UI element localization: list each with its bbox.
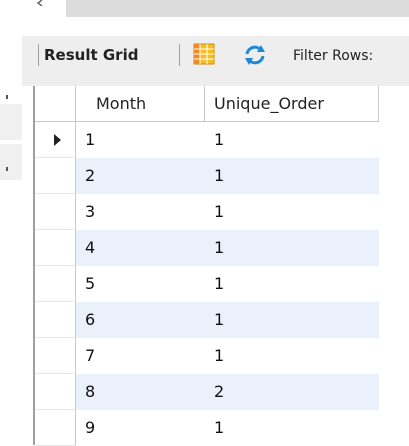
scroll-left-icon[interactable]: [36, 0, 44, 6]
cell-unique-order[interactable]: 1: [205, 338, 379, 374]
cell-unique-order[interactable]: 1: [205, 122, 379, 158]
table-row[interactable]: 51: [35, 266, 409, 302]
row-indicator-cell[interactable]: [35, 302, 76, 338]
table-row[interactable]: 41: [35, 230, 409, 266]
grid-header-row: Month Unique_Order: [35, 86, 409, 122]
cell-month[interactable]: 4: [76, 230, 205, 266]
row-indicator-cell[interactable]: [35, 410, 76, 446]
toolbar-separator: [38, 44, 39, 66]
left-panel-marker: [6, 167, 8, 171]
result-grid-tab[interactable]: Result Grid: [44, 46, 138, 64]
refresh-icon[interactable]: [243, 44, 267, 66]
left-panel-marker: [6, 95, 8, 99]
cell-unique-order[interactable]: 1: [205, 230, 379, 266]
cell-unique-order[interactable]: 2: [205, 374, 379, 410]
row-indicator-cell[interactable]: [35, 230, 76, 266]
column-header-unique-order[interactable]: Unique_Order: [205, 86, 379, 122]
row-indicator-cell[interactable]: [35, 338, 76, 374]
cell-month[interactable]: 7: [76, 338, 205, 374]
grid-toggle-icon[interactable]: [193, 43, 215, 65]
table-row[interactable]: 31: [35, 194, 409, 230]
cell-unique-order[interactable]: 1: [205, 266, 379, 302]
table-row[interactable]: 21: [35, 158, 409, 194]
filter-rows-label: Filter Rows:: [293, 48, 374, 64]
header-indicator-cell: [35, 86, 76, 122]
cell-month[interactable]: 9: [76, 410, 205, 446]
row-indicator-cell[interactable]: [35, 266, 76, 302]
cell-unique-order[interactable]: 1: [205, 302, 379, 338]
cell-unique-order[interactable]: 1: [205, 158, 379, 194]
left-panel-item[interactable]: [0, 104, 22, 140]
left-panel: [0, 28, 22, 445]
row-indicator-cell[interactable]: [35, 158, 76, 194]
cell-unique-order[interactable]: 1: [205, 410, 379, 446]
table-row[interactable]: 61: [35, 302, 409, 338]
table-row[interactable]: 91: [35, 410, 409, 446]
row-indicator-cell[interactable]: [35, 194, 76, 230]
cell-unique-order[interactable]: 1: [205, 194, 379, 230]
cell-month[interactable]: 5: [76, 266, 205, 302]
cell-month[interactable]: 6: [76, 302, 205, 338]
left-panel-item[interactable]: [0, 144, 22, 180]
row-pointer-icon: [54, 134, 61, 146]
table-row[interactable]: 11: [35, 122, 409, 158]
row-indicator-cell[interactable]: [35, 374, 76, 410]
row-indicator-cell[interactable]: [35, 122, 76, 158]
cell-month[interactable]: 1: [76, 122, 205, 158]
column-header-month[interactable]: Month: [76, 86, 205, 122]
cell-month[interactable]: 3: [76, 194, 205, 230]
cell-month[interactable]: 8: [76, 374, 205, 410]
toolbar-separator: [179, 44, 180, 66]
table-row[interactable]: 71: [35, 338, 409, 374]
table-row[interactable]: 82: [35, 374, 409, 410]
cell-month[interactable]: 2: [76, 158, 205, 194]
horizontal-scrollbar[interactable]: [66, 0, 409, 17]
